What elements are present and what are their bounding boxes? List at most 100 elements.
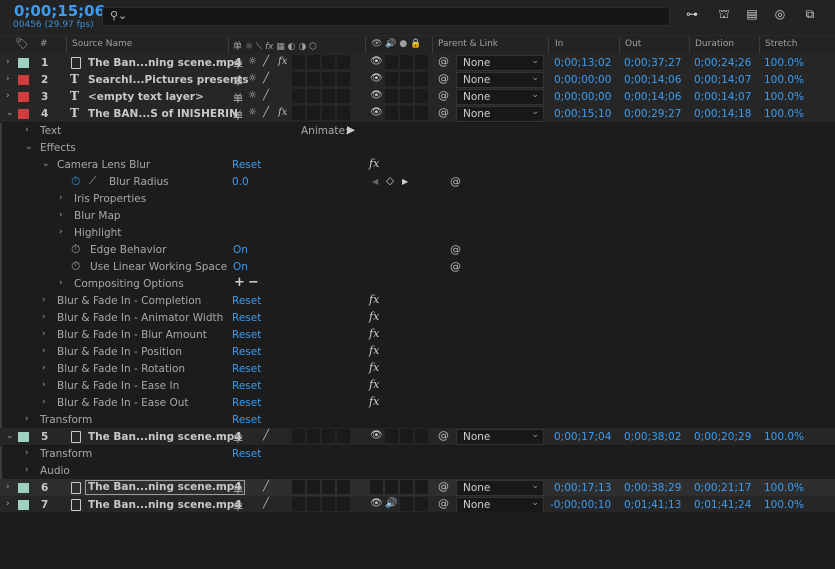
- effect-row[interactable]: › Blur & Fade In - Ease Out Reset fx: [0, 394, 835, 411]
- collapse-switch-icon[interactable]: ☼: [248, 73, 257, 84]
- fx-icon[interactable]: fx: [369, 378, 379, 391]
- quality-switch-icon[interactable]: ╱: [263, 73, 269, 84]
- label-column-icon[interactable]: 🏷: [15, 37, 29, 50]
- effect-name[interactable]: Blur & Fade In - Ease Out: [57, 397, 189, 409]
- expand-arrow-icon[interactable]: ›: [59, 227, 63, 237]
- duration-column-header[interactable]: Duration: [695, 39, 734, 49]
- stopwatch-icon[interactable]: ⏱: [71, 174, 80, 189]
- effect-row[interactable]: › Blur & Fade In - Animator Width Reset …: [0, 309, 835, 326]
- property-group-blur-map[interactable]: › Blur Map: [0, 207, 835, 224]
- pick-whip-icon[interactable]: @: [450, 260, 461, 273]
- stretch-value[interactable]: 100.0%: [764, 74, 804, 86]
- effect-row[interactable]: › Blur & Fade In - Position Reset fx: [0, 343, 835, 360]
- prev-keyframe-icon[interactable]: ◀: [372, 177, 378, 186]
- reset-link[interactable]: Reset: [232, 414, 261, 426]
- reset-link[interactable]: Reset: [232, 295, 261, 307]
- out-point[interactable]: 0;00;14;06: [624, 74, 681, 86]
- quality-switch-icon[interactable]: ╱: [263, 430, 269, 441]
- expand-arrow-icon[interactable]: ›: [42, 295, 46, 305]
- source-name-column-header[interactable]: Source Name: [72, 39, 132, 49]
- layer-row[interactable]: › 1 The Ban...ning scene.mp4 单 ☼ ╱ fx 👁 …: [0, 54, 835, 72]
- fx-icon[interactable]: fx: [369, 157, 379, 170]
- stretch-value[interactable]: 100.0%: [764, 431, 804, 443]
- stretch-value[interactable]: 100.0%: [764, 482, 804, 494]
- stopwatch-icon[interactable]: ⏱: [71, 259, 80, 274]
- property-use-linear[interactable]: ⏱ Use Linear Working Space On @: [0, 258, 835, 275]
- layer-search-input[interactable]: ⚲⌄: [102, 7, 670, 26]
- visibility-eye-icon[interactable]: 👁: [370, 430, 383, 441]
- shy-switch-icon[interactable]: 单: [233, 73, 243, 88]
- expand-arrow-icon[interactable]: ›: [25, 448, 29, 458]
- expand-arrow-icon[interactable]: ›: [25, 414, 29, 424]
- layer-row[interactable]: › 2 T SearchI...Pictures presents 单 ☼ ╱ …: [0, 71, 835, 89]
- quality-switch-icon[interactable]: ╱: [263, 90, 269, 101]
- collapse-arrow-icon[interactable]: ⌄: [25, 142, 33, 152]
- animate-play-icon[interactable]: ▶: [347, 124, 355, 136]
- expand-arrow-icon[interactable]: ›: [6, 499, 10, 509]
- effect-row[interactable]: › Blur & Fade In - Completion Reset fx: [0, 292, 835, 309]
- effect-name[interactable]: Blur & Fade In - Animator Width: [57, 312, 223, 324]
- out-column-header[interactable]: Out: [625, 39, 641, 49]
- fx-icon[interactable]: fx: [369, 344, 379, 357]
- collapse-switch-icon[interactable]: ☼: [248, 107, 257, 118]
- motion-blur-icon[interactable]: ◎: [771, 7, 789, 23]
- reset-link[interactable]: Reset: [232, 329, 261, 341]
- out-point[interactable]: 0;00;38;29: [624, 482, 681, 494]
- out-point[interactable]: 0;00;29;27: [624, 108, 681, 120]
- graph-icon[interactable]: ⟋: [89, 175, 96, 188]
- expand-arrow-icon[interactable]: ›: [42, 380, 46, 390]
- effect-name[interactable]: Blur & Fade In - Blur Amount: [57, 329, 207, 341]
- property-value[interactable]: On: [233, 261, 248, 273]
- expand-arrow-icon[interactable]: ›: [42, 329, 46, 339]
- effect-name[interactable]: Blur & Fade In - Completion: [57, 295, 201, 307]
- current-time-display[interactable]: 0;00;15;06: [14, 2, 105, 20]
- quality-switch-icon[interactable]: ╱: [263, 107, 269, 118]
- shy-switch-icon[interactable]: 单: [233, 107, 243, 122]
- in-point[interactable]: 0;00;15;10: [554, 108, 611, 120]
- stopwatch-icon[interactable]: ⏱: [71, 242, 80, 257]
- shy-switch-icon[interactable]: 单: [233, 56, 243, 71]
- expand-arrow-icon[interactable]: ›: [59, 210, 63, 220]
- parent-dropdown[interactable]: None ⌄: [456, 72, 544, 88]
- pick-whip-icon[interactable]: @: [450, 175, 461, 188]
- duration-value[interactable]: 0;00;24;26: [694, 57, 751, 69]
- pick-whip-icon[interactable]: @: [438, 497, 449, 510]
- stretch-column-header[interactable]: Stretch: [765, 39, 797, 49]
- effect-name[interactable]: Blur & Fade In - Position: [57, 346, 182, 358]
- expand-arrow-icon[interactable]: ›: [6, 482, 10, 492]
- in-point[interactable]: 0;00;00;00: [554, 91, 611, 103]
- layer-name[interactable]: The BAN...S of INISHERIN: [88, 108, 238, 120]
- layer-name[interactable]: <empty text layer>: [88, 91, 204, 103]
- effect-camera-lens-blur[interactable]: ⌄ Camera Lens Blur Reset fx: [0, 156, 835, 173]
- parent-dropdown[interactable]: None ⌄: [456, 55, 544, 71]
- expand-arrow-icon[interactable]: ›: [42, 312, 46, 322]
- graph-editor-icon[interactable]: ⧉: [801, 7, 819, 23]
- layer-name[interactable]: The Ban...ning scene.mp4: [85, 480, 245, 495]
- remove-mask-icon[interactable]: −: [248, 275, 259, 290]
- duration-value[interactable]: 0;00;14;18: [694, 108, 751, 120]
- expand-arrow-icon[interactable]: ›: [6, 57, 10, 67]
- shy-switch-icon[interactable]: 单: [233, 498, 243, 513]
- num-column-header[interactable]: #: [40, 39, 48, 49]
- add-keyframe-icon[interactable]: ◇: [386, 175, 394, 187]
- quality-switch-icon[interactable]: ╱: [263, 481, 269, 492]
- out-point[interactable]: 0;00;14;06: [624, 91, 681, 103]
- reset-link[interactable]: Reset: [232, 397, 261, 409]
- effect-name[interactable]: Blur & Fade In - Rotation: [57, 363, 185, 375]
- shy-layers-icon[interactable]: ⛫: [715, 7, 733, 23]
- parent-dropdown[interactable]: None ⌄: [456, 497, 544, 513]
- reset-link[interactable]: Reset: [232, 312, 261, 324]
- layer-name[interactable]: SearchI...Pictures presents: [88, 74, 249, 86]
- empty-layer-area[interactable]: [0, 512, 835, 569]
- property-group-transform[interactable]: › Transform Reset: [0, 445, 835, 462]
- visibility-eye-icon[interactable]: 👁: [370, 107, 383, 118]
- effect-name[interactable]: Camera Lens Blur: [57, 159, 150, 171]
- switches-column-header[interactable]: 单 ☼ ⟍ fx ▦ ◐ ◑ ⬡: [233, 39, 317, 52]
- in-column-header[interactable]: In: [555, 39, 563, 49]
- expand-arrow-icon[interactable]: ›: [25, 125, 29, 135]
- effect-row[interactable]: › Blur & Fade In - Blur Amount Reset fx: [0, 326, 835, 343]
- property-value[interactable]: On: [233, 244, 248, 256]
- shy-switch-icon[interactable]: 单: [233, 90, 243, 105]
- duration-value[interactable]: 0;00;21;17: [694, 482, 751, 494]
- collapse-arrow-icon[interactable]: ⌄: [42, 159, 50, 169]
